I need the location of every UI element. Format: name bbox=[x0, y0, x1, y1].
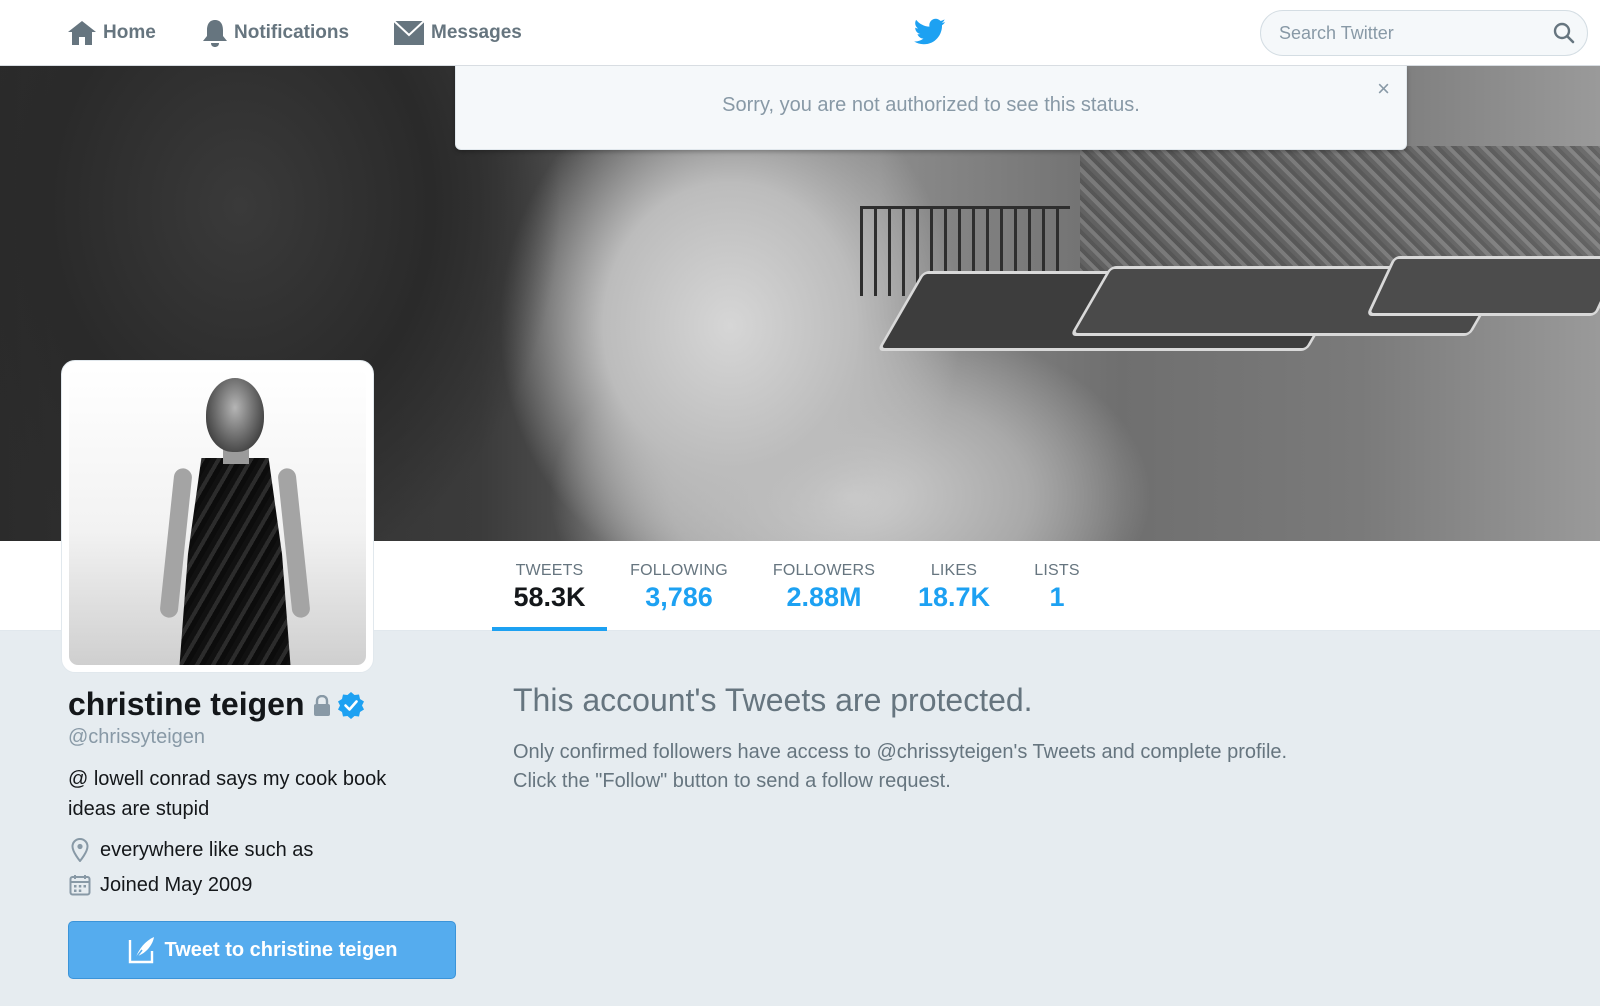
top-navigation-bar: Home Notifications Messages bbox=[0, 0, 1600, 66]
profile-joined-date: Joined May 2009 bbox=[68, 873, 252, 897]
tweet-to-button[interactable]: Tweet to christine teigen bbox=[68, 921, 456, 979]
stat-following-label: FOLLOWING bbox=[630, 562, 728, 579]
stat-likes-value: 18.7K bbox=[917, 582, 991, 612]
profile-name-text: christine teigen bbox=[68, 686, 305, 722]
profile-screen-name[interactable]: @chrissyteigen bbox=[68, 726, 205, 749]
protected-description-line: Only confirmed followers have access to … bbox=[513, 741, 1288, 763]
stat-likes[interactable]: LIKES 18.7K bbox=[904, 541, 1004, 631]
stat-lists-value: 1 bbox=[1049, 582, 1065, 612]
verified-badge-icon bbox=[337, 691, 364, 719]
avatar-figure-head bbox=[206, 378, 264, 452]
stat-tweets-value: 58.3K bbox=[513, 582, 586, 612]
stat-followers-value: 2.88M bbox=[786, 582, 862, 612]
protected-description: Only confirmed followers have access to … bbox=[513, 738, 1393, 796]
nav-messages[interactable]: Messages bbox=[393, 16, 522, 50]
nav-notifications-label: Notifications bbox=[234, 22, 350, 43]
stat-lists-label: LISTS bbox=[1034, 562, 1080, 579]
nav-home[interactable]: Home bbox=[67, 16, 156, 50]
error-alert: Sorry, you are not authorized to see thi… bbox=[455, 66, 1407, 150]
alert-message: Sorry, you are not authorized to see thi… bbox=[722, 94, 1140, 116]
profile-name: christine teigen bbox=[68, 686, 365, 723]
search-input[interactable] bbox=[1279, 11, 1549, 55]
header-photo-lounger bbox=[1366, 256, 1600, 316]
protected-description-line: Click the "Follow" button to send a foll… bbox=[513, 770, 951, 792]
bell-icon bbox=[203, 20, 227, 47]
stat-following[interactable]: FOLLOWING 3,786 bbox=[620, 541, 738, 631]
close-icon[interactable]: × bbox=[1377, 78, 1390, 100]
lock-icon bbox=[313, 694, 330, 716]
calendar-icon bbox=[68, 873, 92, 897]
nav-home-label: Home bbox=[103, 22, 156, 43]
profile-location-text: everywhere like such as bbox=[100, 838, 314, 861]
stat-lists[interactable]: LISTS 1 bbox=[1020, 541, 1094, 631]
home-icon bbox=[68, 21, 96, 45]
stat-likes-label: LIKES bbox=[930, 562, 978, 579]
tweet-to-button-label: Tweet to christine teigen bbox=[164, 938, 398, 961]
location-pin-icon bbox=[68, 838, 92, 862]
profile-location: everywhere like such as bbox=[68, 838, 313, 862]
envelope-icon bbox=[393, 20, 425, 45]
avatar[interactable] bbox=[61, 360, 374, 673]
stat-followers-label: FOLLOWERS bbox=[772, 562, 876, 579]
twitter-bird-icon[interactable] bbox=[913, 18, 946, 51]
stat-tweets-label: TWEETS bbox=[515, 562, 584, 579]
stat-followers[interactable]: FOLLOWERS 2.88M bbox=[766, 541, 882, 631]
profile-bio: @ lowell conrad says my cook book ideas … bbox=[68, 768, 387, 820]
avatar-photo bbox=[69, 368, 366, 665]
profile-joined-text: Joined May 2009 bbox=[100, 873, 253, 896]
nav-messages-label: Messages bbox=[431, 22, 522, 43]
stat-tweets[interactable]: TWEETS 58.3K bbox=[492, 541, 607, 631]
search-box bbox=[1260, 10, 1588, 56]
stat-following-value: 3,786 bbox=[645, 582, 713, 612]
avatar-figure-dress bbox=[179, 458, 291, 665]
compose-icon bbox=[128, 937, 154, 964]
search-icon[interactable] bbox=[1553, 22, 1575, 44]
nav-notifications[interactable]: Notifications bbox=[202, 16, 349, 50]
protected-title: This account's Tweets are protected. bbox=[513, 682, 1033, 718]
